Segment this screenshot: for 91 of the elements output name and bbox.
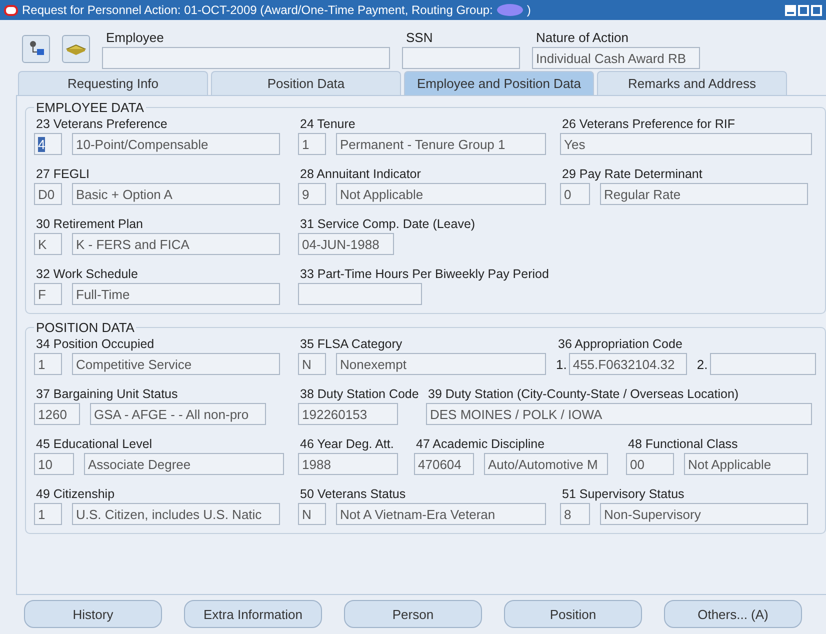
field-label: 39 Duty Station (City-County-State / Overseas Location) (427, 387, 740, 401)
text-field[interactable]: 1 (34, 503, 62, 525)
text-field[interactable]: DES MOINES / POLK / IOWA (426, 403, 812, 425)
field-label: 45 Educational Level (35, 437, 154, 451)
field-label: Employee (105, 30, 165, 45)
field-label: 24 Tenure (299, 117, 356, 131)
field-label: 50 Veterans Status (299, 487, 407, 501)
text-field[interactable] (710, 353, 816, 375)
action-button[interactable]: Person (344, 600, 482, 628)
action-button[interactable]: Position (504, 600, 642, 628)
text-field[interactable]: GSA - AFGE - - All non-pro (90, 403, 266, 425)
text-field[interactable]: Associate Degree (84, 453, 284, 475)
text-field[interactable]: K (34, 233, 62, 255)
text-field[interactable]: N (298, 353, 326, 375)
text-field[interactable]: Individual Cash Award RB (532, 47, 700, 69)
text-field[interactable]: 192260153 (298, 403, 398, 425)
field-label: 46 Year Deg. Att. (299, 437, 395, 451)
field-label: 30 Retirement Plan (35, 217, 144, 231)
field-label: 35 FLSA Category (299, 337, 404, 351)
maximize-button[interactable] (798, 4, 809, 16)
field-label: 32 Work Schedule (35, 267, 139, 281)
text-field[interactable]: Competitive Service (72, 353, 280, 375)
tab[interactable]: Requesting Info (18, 71, 208, 95)
text-field[interactable]: 9 (298, 183, 326, 205)
text-field[interactable]: 10 (34, 453, 74, 475)
field-label: 28 Annuitant Indicator (299, 167, 422, 181)
text-field[interactable] (102, 47, 390, 69)
field-label: 48 Functional Class (627, 437, 739, 451)
hierarchy-icon (27, 40, 45, 58)
text-field[interactable]: 4 (34, 133, 62, 155)
field-label: SSN (405, 30, 434, 45)
text-field[interactable]: Full-Time (72, 283, 280, 305)
text-field[interactable]: 00 (626, 453, 674, 475)
action-button[interactable]: Others... (A) (664, 600, 802, 628)
tab[interactable]: Position Data (211, 71, 401, 95)
field-label: 33 Part-Time Hours Per Biweekly Pay Period (299, 267, 550, 281)
field-label: 36 Appropriation Code (557, 337, 684, 351)
field-label: 37 Bargaining Unit Status (35, 387, 179, 401)
text-field[interactable]: 1260 (34, 403, 80, 425)
text-field[interactable] (298, 283, 422, 305)
close-button[interactable] (811, 4, 822, 16)
text-field[interactable]: 10-Point/Compensable (72, 133, 280, 155)
section-title: EMPLOYEE DATA (35, 100, 145, 115)
text-field[interactable]: 455.F0632104.32 (568, 353, 687, 375)
field-number: 1. (556, 356, 567, 372)
text-field[interactable]: Not A Vietnam-Era Veteran (336, 503, 546, 525)
field-label: 38 Duty Station Code (299, 387, 420, 401)
field-label: 29 Pay Rate Determinant (561, 167, 704, 181)
text-field[interactable]: Nonexempt (336, 353, 546, 375)
text-field[interactable]: 470604 (414, 453, 474, 475)
text-field[interactable]: Basic + Option A (72, 183, 280, 205)
action-button[interactable]: History (24, 600, 162, 628)
field-label: 26 Veterans Preference for RIF (561, 117, 736, 131)
minimize-button[interactable] (785, 4, 796, 16)
text-field[interactable]: D0 (34, 183, 62, 205)
field-label: 47 Academic Discipline (415, 437, 546, 451)
window-title-end: ) (526, 3, 531, 17)
section-title: POSITION DATA (35, 320, 136, 335)
text-field[interactable]: 1988 (298, 453, 398, 475)
text-field[interactable]: Permanent - Tenure Group 1 (336, 133, 546, 155)
hierarchy-button[interactable] (22, 35, 50, 63)
text-field[interactable]: 0 (560, 183, 590, 205)
app-icon (4, 4, 18, 16)
field-label: 51 Supervisory Status (561, 487, 686, 501)
field-label: 27 FEGLI (35, 167, 90, 181)
text-field[interactable]: Non-Supervisory (600, 503, 808, 525)
text-field[interactable]: N (298, 503, 326, 525)
text-field[interactable]: K - FERS and FICA (72, 233, 280, 255)
redaction-mark (496, 4, 523, 16)
text-field[interactable]: 04-JUN-1988 (298, 233, 394, 255)
field-number: 2. (696, 356, 708, 372)
text-field[interactable]: Auto/Automotive M (484, 453, 608, 475)
text-field[interactable]: Yes (560, 133, 812, 155)
action-button[interactable]: Extra Information (184, 600, 322, 628)
text-field[interactable]: 8 (560, 503, 590, 525)
text-field[interactable]: 1 (34, 353, 62, 375)
field-label: Nature of Action (535, 30, 630, 45)
text-field[interactable]: Not Applicable (684, 453, 808, 475)
field-label: 49 Citizenship (35, 487, 116, 501)
text-field[interactable]: U.S. Citizen, includes U.S. Natic (72, 503, 280, 525)
field-label: 34 Position Occupied (35, 337, 156, 351)
text-field[interactable]: 1 (298, 133, 326, 155)
text-field[interactable]: Regular Rate (600, 183, 808, 205)
text-field[interactable]: Not Applicable (336, 183, 546, 205)
tab[interactable]: Remarks and Address (597, 71, 787, 95)
text-field[interactable] (402, 47, 520, 69)
tab[interactable]: Employee and Position Data (404, 71, 594, 95)
text-field[interactable]: F (34, 283, 62, 305)
field-label: 31 Service Comp. Date (Leave) (299, 217, 476, 231)
field-label: 23 Veterans Preference (35, 117, 168, 131)
window-title: Request for Personnel Action: 01-OCT-2009 (Award/One-Time Payment, Routing Group: (22, 3, 493, 17)
